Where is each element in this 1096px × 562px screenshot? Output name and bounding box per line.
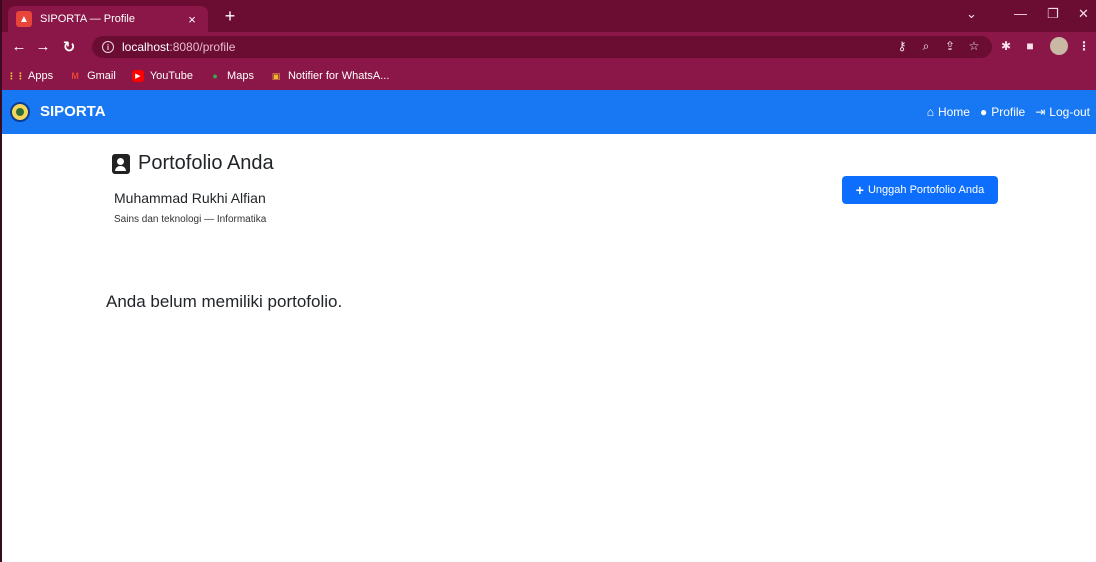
nav-logout-label: Log-out bbox=[1049, 105, 1090, 119]
home-icon: ⌂ bbox=[926, 105, 934, 119]
new-tab-button[interactable]: + bbox=[220, 6, 240, 27]
page-title-text: Portofolio Anda bbox=[138, 152, 274, 174]
side-panel-icon[interactable]: ■ bbox=[1022, 39, 1038, 53]
logout-icon: ⇥ bbox=[1035, 105, 1046, 119]
user-faculty-major: Sains dan teknologi — Informatika bbox=[114, 214, 267, 225]
app-navbar: SIPORTA ⌂ Home ● Profile ⇥ Log-out bbox=[0, 90, 1096, 134]
nav-home-link[interactable]: ⌂ Home bbox=[927, 105, 970, 119]
profile-avatar[interactable] bbox=[1050, 37, 1068, 55]
bookmark-notifier[interactable]: ▣ Notifier for WhatsA... bbox=[270, 70, 390, 82]
tab-close-icon[interactable]: × bbox=[184, 12, 200, 27]
bookmark-label: Notifier for WhatsA... bbox=[287, 70, 390, 82]
key-icon[interactable]: ⚷ bbox=[894, 39, 910, 53]
share-icon[interactable]: ⇪ bbox=[942, 39, 958, 53]
address-bar[interactable]: i localhost:8080/profile bbox=[92, 36, 992, 58]
page-title: Portofolio Anda bbox=[112, 152, 274, 175]
plus-icon: + bbox=[855, 182, 864, 198]
browser-tab[interactable]: ▲ SIPORTA — Profile × bbox=[8, 6, 208, 32]
minimize-icon[interactable]: — bbox=[1014, 6, 1027, 21]
empty-portfolio-message: Anda belum memiliki portofolio. bbox=[106, 292, 343, 311]
nav-home-label: Home bbox=[937, 105, 970, 119]
bookmark-youtube[interactable]: ▶ YouTube bbox=[131, 70, 194, 82]
upload-portfolio-button[interactable]: + Unggah Portofolio Anda bbox=[842, 176, 998, 204]
brand-name[interactable]: SIPORTA bbox=[40, 103, 106, 120]
bookmark-label: Maps bbox=[227, 70, 254, 82]
browser-toolbar: ← → ↻ i localhost:8080/profile ⚷ ⌕ ⇪ ☆ ✱… bbox=[0, 32, 1096, 62]
bookmark-star-icon[interactable]: ☆ bbox=[966, 39, 982, 53]
forward-icon[interactable]: → bbox=[34, 38, 52, 55]
address-book-icon bbox=[112, 153, 130, 174]
tab-search-icon[interactable]: ⌄ bbox=[966, 6, 977, 22]
bookmarks-bar: ⋮⋮ Apps M Gmail ▶ YouTube ● Maps ▣ Notif… bbox=[0, 62, 1096, 90]
bookmark-label: YouTube bbox=[149, 70, 194, 82]
notifier-icon: ▣ bbox=[271, 70, 281, 81]
extensions-icon[interactable]: ✱ bbox=[998, 39, 1014, 53]
brand-logo[interactable] bbox=[10, 102, 30, 122]
window-edge bbox=[0, 0, 2, 562]
site-info-icon[interactable]: i bbox=[102, 41, 114, 53]
nav-logout-link[interactable]: ⇥ Log-out bbox=[1035, 105, 1090, 119]
user-name: Muhammad Rukhi Alfian bbox=[114, 190, 266, 206]
reload-icon[interactable]: ↻ bbox=[60, 38, 78, 56]
nav-profile-label: Profile bbox=[991, 105, 1026, 119]
siporta-favicon-icon: ▲ bbox=[16, 11, 32, 27]
nav-profile-link[interactable]: ● Profile bbox=[980, 105, 1025, 119]
bookmark-maps[interactable]: ● Maps bbox=[209, 70, 254, 82]
restore-icon[interactable]: ❐ bbox=[1047, 6, 1059, 22]
upload-button-label: Unggah Portofolio Anda bbox=[867, 184, 985, 196]
gmail-icon: M bbox=[71, 71, 79, 81]
bookmark-label: Apps bbox=[28, 70, 54, 82]
tab-title: SIPORTA — Profile bbox=[40, 13, 135, 25]
back-icon[interactable]: ← bbox=[10, 38, 28, 55]
youtube-icon: ▶ bbox=[131, 70, 144, 82]
maps-icon: ● bbox=[212, 71, 218, 81]
apps-grid-icon: ⋮⋮ bbox=[7, 70, 25, 81]
url-host: localhost bbox=[122, 40, 170, 54]
bookmark-gmail[interactable]: M Gmail bbox=[69, 70, 116, 82]
nav-links: ⌂ Home ● Profile ⇥ Log-out bbox=[917, 105, 1090, 119]
menu-dots-icon[interactable]: ⋮ bbox=[1076, 39, 1092, 53]
close-window-icon[interactable]: ✕ bbox=[1078, 6, 1089, 22]
url-path: :8080/profile bbox=[169, 40, 236, 54]
bookmark-label: Gmail bbox=[87, 70, 116, 82]
browser-tab-strip: ▲ SIPORTA — Profile × + ⌄ — ❐ ✕ bbox=[0, 0, 1096, 32]
zoom-icon[interactable]: ⌕ bbox=[918, 39, 934, 54]
user-icon: ● bbox=[979, 105, 988, 119]
bookmark-apps[interactable]: ⋮⋮ Apps bbox=[7, 70, 54, 82]
